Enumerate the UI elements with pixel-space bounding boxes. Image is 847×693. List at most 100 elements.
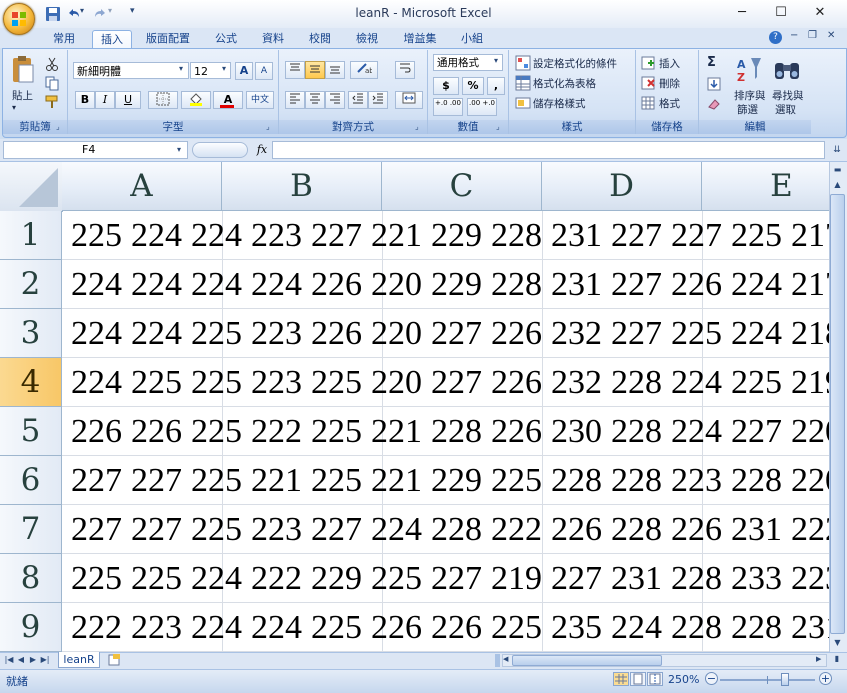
copy-icon[interactable] <box>44 75 60 91</box>
cell-value[interactable]: 225 <box>182 407 242 455</box>
cell-value[interactable]: 227 <box>602 260 662 308</box>
cell-value[interactable]: 222 <box>62 603 122 651</box>
cell-value[interactable]: 224 <box>722 309 782 357</box>
cell-value[interactable]: 224 <box>182 603 242 651</box>
cell-value[interactable]: 225 <box>722 211 782 259</box>
cell-value[interactable]: 225 <box>302 456 362 504</box>
font-size-dropdown-icon[interactable]: ▾ <box>222 64 226 73</box>
last-sheet-icon[interactable]: ▶| <box>40 654 50 666</box>
tab-formulas[interactable]: 公式 <box>206 30 246 47</box>
cell-value[interactable]: 221 <box>362 456 422 504</box>
sheet-tab-leanr[interactable]: leanR <box>58 652 100 668</box>
row-header-5[interactable]: 5 <box>0 407 62 456</box>
cell-value[interactable]: 221 <box>242 456 302 504</box>
scroll-down-icon[interactable]: ▼ <box>831 638 844 650</box>
find-select-icon[interactable] <box>773 55 801 83</box>
align-bottom-button[interactable] <box>325 61 345 79</box>
cell-value[interactable]: 224 <box>62 358 122 406</box>
tab-team[interactable]: 小組 <box>452 30 492 47</box>
column-header-c[interactable]: C <box>382 162 542 211</box>
cell-value[interactable]: 227 <box>602 211 662 259</box>
align-top-button[interactable] <box>285 61 305 79</box>
tab-view[interactable]: 檢視 <box>347 30 387 47</box>
cell-value[interactable]: 227 <box>302 211 362 259</box>
cell-value[interactable]: 225 <box>122 554 182 602</box>
align-left-button[interactable] <box>285 91 305 109</box>
cell-value[interactable]: 226 <box>302 309 362 357</box>
row-header-1[interactable]: 1 <box>0 211 62 260</box>
cell-value[interactable]: 222 <box>482 505 542 553</box>
cell-value[interactable]: 224 <box>662 407 722 455</box>
delete-cells-icon[interactable] <box>641 75 657 91</box>
cell-value[interactable]: 226 <box>662 260 722 308</box>
row-header-6[interactable]: 6 <box>0 456 62 505</box>
tab-addins[interactable]: 增益集 <box>396 30 444 47</box>
cell-value[interactable]: 224 <box>362 505 422 553</box>
cell-value[interactable]: 228 <box>482 211 542 259</box>
cell-value[interactable]: 226 <box>422 603 482 651</box>
conditional-format-button[interactable]: 設定格式化的條件 <box>533 56 617 71</box>
cell-value[interactable]: 228 <box>602 456 662 504</box>
cell-value[interactable]: 217 <box>782 260 829 308</box>
align-center-button[interactable] <box>305 91 325 109</box>
cell-value[interactable]: 224 <box>122 260 182 308</box>
row-header-7[interactable]: 7 <box>0 505 62 554</box>
prev-sheet-icon[interactable]: ◀ <box>16 654 26 666</box>
find-select-label-1[interactable]: 尋找與 <box>772 88 804 103</box>
tab-home[interactable]: 常用 <box>46 30 82 47</box>
increase-decimal-button[interactable]: +.0 .00 <box>433 98 463 116</box>
tab-data[interactable]: 資料 <box>253 30 293 47</box>
tab-page-layout[interactable]: 版面配置 <box>138 30 198 47</box>
fill-icon[interactable] <box>706 76 722 92</box>
clipboard-launcher-icon[interactable]: ⌟ <box>56 122 65 131</box>
maximize-button[interactable]: ☐ <box>767 4 795 22</box>
vertical-scroll-thumb[interactable] <box>830 194 845 634</box>
scroll-up-icon[interactable]: ▲ <box>831 180 844 192</box>
cell-value[interactable]: 226 <box>542 505 602 553</box>
cell-value[interactable]: 220 <box>362 309 422 357</box>
cell-value[interactable]: 225 <box>182 358 242 406</box>
borders-button[interactable] <box>148 91 178 109</box>
cell-value[interactable]: 226 <box>662 505 722 553</box>
cell-value[interactable]: 228 <box>602 407 662 455</box>
sort-filter-label-1[interactable]: 排序與 <box>734 88 766 103</box>
align-right-button[interactable] <box>325 91 345 109</box>
decrease-indent-button[interactable] <box>348 91 368 109</box>
tab-insert[interactable]: 插入 <box>92 30 132 48</box>
column-header-b[interactable]: B <box>222 162 382 211</box>
cell-value[interactable]: 231 <box>722 505 782 553</box>
vscroll-split-icon[interactable]: ▬ <box>831 165 844 174</box>
conditional-format-icon[interactable] <box>515 55 531 71</box>
ribbon-restore-icon[interactable]: ❐ <box>808 30 817 41</box>
currency-button[interactable]: $ <box>433 77 459 95</box>
help-icon[interactable]: ? <box>769 31 782 44</box>
ribbon-close-icon[interactable]: ✕ <box>827 30 835 41</box>
cell-value[interactable]: 223 <box>122 603 182 651</box>
cell-value[interactable]: 225 <box>182 505 242 553</box>
cell-value[interactable]: 229 <box>422 211 482 259</box>
cell-value[interactable]: 232 <box>542 358 602 406</box>
row-header-4[interactable]: 4 <box>0 358 62 407</box>
cell-value[interactable]: 227 <box>602 309 662 357</box>
cell-value[interactable]: 224 <box>182 260 242 308</box>
cell-value[interactable]: 231 <box>542 260 602 308</box>
cell-value[interactable]: 224 <box>662 358 722 406</box>
row-header-2[interactable]: 2 <box>0 260 62 309</box>
cell-value[interactable]: 228 <box>662 554 722 602</box>
clear-icon[interactable] <box>706 96 722 112</box>
underline-button[interactable]: U <box>115 91 141 109</box>
tab-review[interactable]: 校閱 <box>300 30 340 47</box>
sort-filter-label-2[interactable]: 篩選 <box>737 102 758 117</box>
phonetic-button[interactable]: 中文 <box>246 91 274 109</box>
decrease-decimal-button[interactable]: .00 +.0 <box>467 98 497 116</box>
column-header-a[interactable]: A <box>62 162 222 211</box>
format-as-table-icon[interactable] <box>515 75 531 91</box>
cell-value[interactable]: 222 <box>782 505 829 553</box>
insert-function-button[interactable]: fx <box>252 141 272 159</box>
cell-value[interactable]: 230 <box>542 407 602 455</box>
cell-value[interactable]: 226 <box>482 407 542 455</box>
increase-indent-button[interactable] <box>368 91 388 109</box>
select-all-corner[interactable] <box>0 162 63 212</box>
cell-value[interactable]: 220 <box>782 456 829 504</box>
cell-value[interactable]: 229 <box>422 260 482 308</box>
